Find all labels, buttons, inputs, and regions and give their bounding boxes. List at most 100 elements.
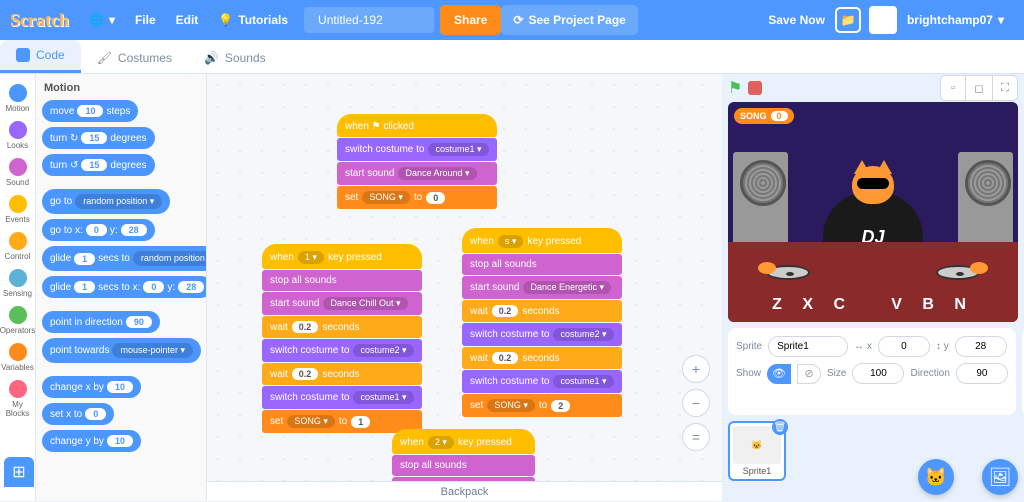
project-name-input[interactable] [304,7,434,33]
stop-button[interactable] [748,81,762,95]
block-wait[interactable]: wait0.2seconds [462,300,622,322]
cat-operators[interactable]: Operators [0,302,36,339]
block-set-var[interactable]: setSONG ▾to2 [462,394,622,417]
stage-key-labels: Z X CV B N [728,296,1018,314]
block-stop-sounds[interactable]: stop all sounds [462,254,622,275]
add-sprite-button[interactable]: 🐱 [918,459,954,495]
block-palette[interactable]: Motion move10steps turn ↻15degrees turn … [36,74,206,501]
variable-monitor-song[interactable]: SONG0 [734,108,794,124]
script-stack-3[interactable]: whens ▾key pressed stop all sounds start… [462,228,622,418]
cat-events[interactable]: Events [0,191,36,228]
user-avatar[interactable] [869,6,897,34]
script-stack-2[interactable]: when1 ▾key pressed stop all sounds start… [262,244,422,434]
cat-sound[interactable]: Sound [0,154,36,191]
see-project-page-button[interactable]: ⟳See Project Page [501,5,637,35]
palette-heading: Motion [44,82,200,94]
block-set-var[interactable]: setSONG ▾to0 [337,186,497,209]
block-set-x[interactable]: set x to0 [42,403,114,425]
tutorials-button[interactable]: 💡Tutorials [208,13,298,27]
tab-sounds[interactable]: 🔊Sounds [188,43,282,73]
block-turn-ccw[interactable]: turn ↺15degrees [42,154,155,176]
zoom-out-button[interactable]: − [682,389,710,417]
cat-motion[interactable]: Motion [0,80,36,117]
stage-hand-left [758,262,776,274]
edit-menu[interactable]: Edit [166,13,209,27]
block-switch-costume[interactable]: switch costume tocostume2 ▾ [262,339,422,362]
cat-variables[interactable]: Variables [0,339,36,376]
block-when-key-pressed[interactable]: when1 ▾key pressed [262,244,422,269]
block-when-key-pressed[interactable]: when2 ▾key pressed [392,429,535,454]
stage-cat-head [852,166,894,204]
sprite-size-input[interactable] [852,363,904,384]
language-menu[interactable]: 🌐▾ [79,13,125,27]
add-backdrop-button[interactable]: 🖼 [982,459,1018,495]
brush-icon: 🖌 [97,51,112,65]
sprite-y-input[interactable] [955,336,1007,357]
block-wait[interactable]: wait0.2seconds [262,316,422,338]
block-start-sound[interactable]: start soundDance Energetic ▾ [462,276,622,299]
block-switch-costume[interactable]: switch costume tocostume1 ▾ [462,370,622,393]
category-column: Motion Looks Sound Events Control Sensin… [0,74,36,501]
block-when-flag-clicked[interactable]: when ⚑ clicked [337,114,497,137]
block-point-direction[interactable]: point in direction90 [42,311,160,333]
stage-canvas[interactable]: SONG0 DJ Z X CV B N [728,102,1018,322]
script-stack-1[interactable]: when ⚑ clicked switch costume tocostume1… [337,114,497,210]
stage-large-button[interactable]: ◻ [966,75,992,101]
block-move-steps[interactable]: move10steps [42,100,138,122]
extension-icon: ⊞ [12,462,25,482]
my-stuff-button[interactable]: 📁 [835,7,861,33]
cat-control[interactable]: Control [0,228,36,265]
block-change-x[interactable]: change x by10 [42,376,141,398]
delete-sprite-button[interactable]: 🗑 [772,419,788,435]
add-extension-button[interactable]: ⊞ [4,457,34,487]
cat-myblocks[interactable]: My Blocks [0,376,36,422]
block-switch-costume[interactable]: switch costume tocostume1 ▾ [337,138,497,161]
tab-code[interactable]: Code [0,40,81,73]
block-change-y[interactable]: change y by10 [42,430,141,452]
zoom-reset-button[interactable]: = [682,423,710,451]
block-glide-xy[interactable]: glide1secs to x:0y:28 [42,276,206,298]
hide-sprite-button[interactable]: ⊘ [797,364,821,384]
block-point-towards[interactable]: point towardsmouse-pointer ▾ [42,338,201,363]
block-start-sound[interactable]: start soundDance Around ▾ [337,162,497,185]
sound-icon: 🔊 [204,51,219,65]
block-when-key-pressed[interactable]: whens ▾key pressed [462,228,622,253]
block-goto[interactable]: go torandom position ▾ [42,189,170,214]
block-switch-costume[interactable]: switch costume tocostume1 ▾ [262,386,422,409]
block-wait[interactable]: wait0.2seconds [262,363,422,385]
block-switch-costume[interactable]: switch costume tocostume2 ▾ [462,323,622,346]
fullscreen-button[interactable]: ⛶ [992,75,1018,101]
account-menu[interactable]: brightchamp07 ▾ [897,13,1014,27]
sprite-direction-input[interactable] [956,363,1008,384]
stage-header: ⚑ ▫ ◻ ⛶ [722,74,1024,102]
sprite-x-input[interactable] [878,336,930,357]
block-wait[interactable]: wait0.2seconds [462,347,622,369]
block-stop-sounds[interactable]: stop all sounds [262,270,422,291]
stage-small-button[interactable]: ▫ [940,75,966,101]
block-stop-sounds[interactable]: stop all sounds [392,455,535,476]
file-menu[interactable]: File [125,13,166,27]
sprite-card-sprite1[interactable]: 🗑 🐱 Sprite1 [728,421,786,481]
backpack-drawer[interactable]: Backpack [207,481,722,501]
cat-looks[interactable]: Looks [0,117,36,154]
globe-icon: 🌐 [89,13,104,27]
cat-icon: 🐱 [925,467,947,488]
block-turn-cw[interactable]: turn ↻15degrees [42,127,155,149]
tab-costumes[interactable]: 🖌Costumes [81,43,188,73]
save-now-button[interactable]: Save Now [758,13,835,27]
sprite-list: 🗑 🐱 Sprite1 🐱 🖼 [722,421,1024,501]
block-glide[interactable]: glide1secs torandom position ▾ [42,246,206,271]
image-icon: 🖼 [989,467,1012,488]
cat-sensing[interactable]: Sensing [0,265,36,302]
share-button[interactable]: Share [440,5,501,35]
stage-hand-right [970,262,988,274]
refresh-icon: ⟳ [513,13,523,27]
show-sprite-button[interactable]: 👁 [767,364,791,384]
scratch-logo[interactable]: Scratch [10,10,69,31]
block-start-sound[interactable]: start soundDance Chill Out ▾ [262,292,422,315]
green-flag-button[interactable]: ⚑ [728,78,742,98]
sprite-name-input[interactable] [768,336,848,357]
script-workspace[interactable]: when ⚑ clicked switch costume tocostume1… [206,74,722,501]
block-goto-xy[interactable]: go to x:0y:28 [42,219,155,241]
zoom-in-button[interactable]: + [682,355,710,383]
